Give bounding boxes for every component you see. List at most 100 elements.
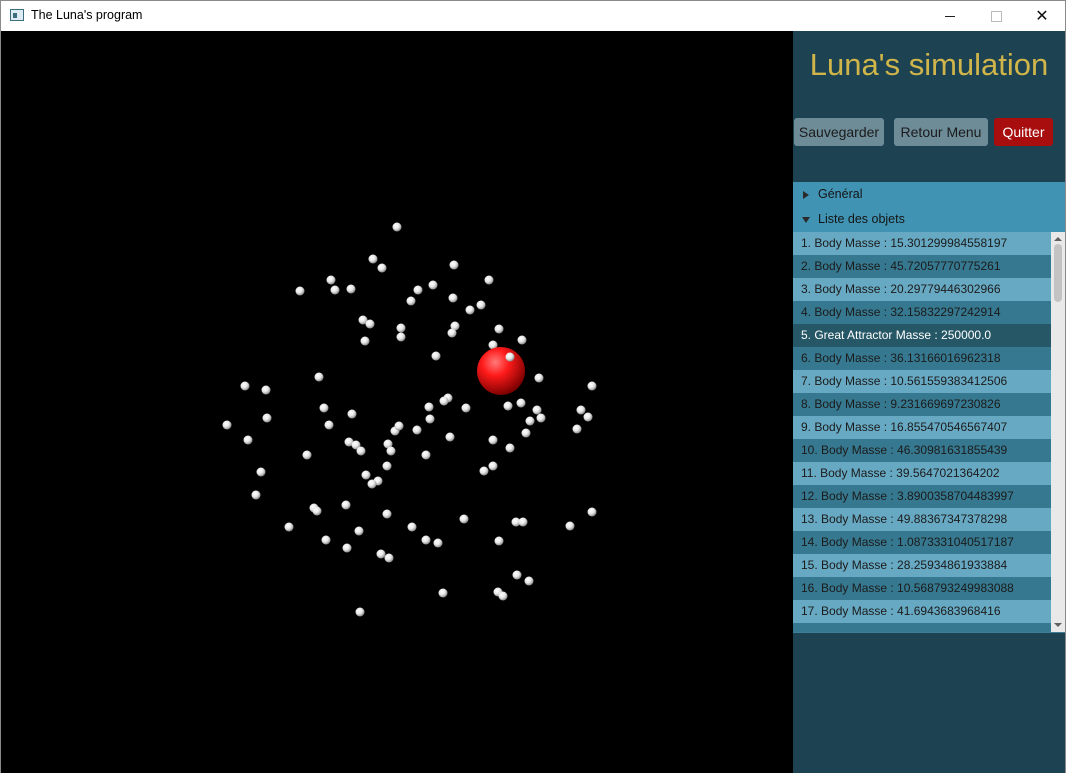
body-sphere[interactable] — [262, 413, 272, 423]
body-sphere[interactable] — [449, 260, 459, 270]
body-sphere[interactable] — [448, 293, 458, 303]
body-sphere[interactable] — [576, 405, 586, 415]
body-sphere[interactable] — [517, 335, 527, 345]
body-sphere[interactable] — [243, 435, 253, 445]
minimize-button[interactable] — [927, 1, 973, 31]
body-sphere[interactable] — [407, 522, 417, 532]
body-sphere[interactable] — [326, 275, 336, 285]
body-sphere[interactable] — [518, 517, 528, 527]
body-sphere[interactable] — [384, 553, 394, 563]
great-attractor[interactable] — [477, 347, 525, 395]
body-sphere[interactable] — [503, 401, 513, 411]
object-list-item[interactable]: 17. Body Masse : 41.6943683968416 — [793, 600, 1051, 623]
object-list-item[interactable]: 2. Body Masse : 45.72057770775261 — [793, 255, 1051, 278]
body-sphere[interactable] — [534, 373, 544, 383]
object-list-item[interactable]: 7. Body Masse : 10.561559383412506 — [793, 370, 1051, 393]
body-sphere[interactable] — [532, 405, 542, 415]
body-sphere[interactable] — [346, 284, 356, 294]
body-sphere[interactable] — [256, 467, 266, 477]
body-sphere[interactable] — [484, 275, 494, 285]
object-list-item[interactable]: 11. Body Masse : 39.5647021364202 — [793, 462, 1051, 485]
body-sphere[interactable] — [394, 421, 404, 431]
body-sphere[interactable] — [284, 522, 294, 532]
body-sphere[interactable] — [583, 412, 593, 422]
body-sphere[interactable] — [428, 280, 438, 290]
save-button[interactable]: Sauvegarder — [794, 118, 884, 146]
body-sphere[interactable] — [392, 222, 402, 232]
body-sphere[interactable] — [406, 296, 416, 306]
body-sphere[interactable] — [479, 466, 489, 476]
body-sphere[interactable] — [376, 549, 386, 559]
object-list-item[interactable]: 9. Body Masse : 16.855470546567407 — [793, 416, 1051, 439]
body-sphere[interactable] — [356, 446, 366, 456]
body-sphere[interactable] — [421, 535, 431, 545]
body-sphere[interactable] — [494, 536, 504, 546]
body-sphere[interactable] — [498, 591, 508, 601]
object-list-item[interactable]: 3. Body Masse : 20.29779446302966 — [793, 278, 1051, 301]
body-sphere[interactable] — [360, 336, 370, 346]
body-sphere[interactable] — [505, 352, 515, 362]
body-sphere[interactable] — [365, 319, 375, 329]
body-sphere[interactable] — [396, 332, 406, 342]
body-sphere[interactable] — [476, 300, 486, 310]
body-sphere[interactable] — [587, 381, 597, 391]
body-sphere[interactable] — [302, 450, 312, 460]
body-sphere[interactable] — [396, 323, 406, 333]
body-sphere[interactable] — [386, 446, 396, 456]
body-sphere[interactable] — [367, 479, 377, 489]
accordion-general[interactable]: Général — [793, 182, 1065, 207]
body-sphere[interactable] — [505, 443, 515, 453]
body-sphere[interactable] — [425, 414, 435, 424]
body-sphere[interactable] — [431, 351, 441, 361]
object-list-item[interactable]: 8. Body Masse : 9.231669697230826 — [793, 393, 1051, 416]
object-list-item[interactable]: 15. Body Masse : 28.25934861933884 — [793, 554, 1051, 577]
body-sphere[interactable] — [413, 285, 423, 295]
body-sphere[interactable] — [447, 328, 457, 338]
body-sphere[interactable] — [361, 470, 371, 480]
maximize-button[interactable] — [973, 1, 1019, 31]
scrollbar-thumb[interactable] — [1054, 244, 1062, 302]
body-sphere[interactable] — [377, 263, 387, 273]
body-sphere[interactable] — [459, 514, 469, 524]
body-sphere[interactable] — [382, 509, 392, 519]
simulation-canvas[interactable] — [1, 31, 793, 773]
body-sphere[interactable] — [330, 285, 340, 295]
body-sphere[interactable] — [488, 461, 498, 471]
body-sphere[interactable] — [488, 435, 498, 445]
body-sphere[interactable] — [512, 570, 522, 580]
object-list-item[interactable]: 14. Body Masse : 1.0873331040517187 — [793, 531, 1051, 554]
body-sphere[interactable] — [565, 521, 575, 531]
object-list-item[interactable]: 13. Body Masse : 49.88367347378298 — [793, 508, 1051, 531]
body-sphere[interactable] — [342, 543, 352, 553]
body-sphere[interactable] — [295, 286, 305, 296]
body-sphere[interactable] — [382, 461, 392, 471]
body-sphere[interactable] — [525, 416, 535, 426]
body-sphere[interactable] — [438, 588, 448, 598]
quit-button[interactable]: Quitter — [994, 118, 1053, 146]
body-sphere[interactable] — [465, 305, 475, 315]
object-list-item[interactable]: 10. Body Masse : 46.30981631855439 — [793, 439, 1051, 462]
body-sphere[interactable] — [222, 420, 232, 430]
object-list-item[interactable]: 16. Body Masse : 10.568793249983088 — [793, 577, 1051, 600]
body-sphere[interactable] — [355, 607, 365, 617]
body-sphere[interactable] — [240, 381, 250, 391]
body-sphere[interactable] — [368, 254, 378, 264]
body-sphere[interactable] — [439, 396, 449, 406]
body-sphere[interactable] — [251, 490, 261, 500]
body-sphere[interactable] — [321, 535, 331, 545]
close-button[interactable]: ✕ — [1019, 1, 1065, 31]
body-sphere[interactable] — [324, 420, 334, 430]
object-list-item[interactable]: 4. Body Masse : 32.15832297242914 — [793, 301, 1051, 324]
body-sphere[interactable] — [587, 507, 597, 517]
title-bar[interactable]: The Luna's program ✕ — [1, 1, 1065, 31]
list-scrollbar[interactable] — [1051, 232, 1065, 632]
body-sphere[interactable] — [494, 324, 504, 334]
body-sphere[interactable] — [421, 450, 431, 460]
body-sphere[interactable] — [354, 526, 364, 536]
body-sphere[interactable] — [524, 576, 534, 586]
back-to-menu-button[interactable]: Retour Menu — [894, 118, 988, 146]
body-sphere[interactable] — [424, 402, 434, 412]
object-list-item[interactable]: 5. Great Attractor Masse : 250000.0 — [793, 324, 1051, 347]
scroll-down-button[interactable] — [1051, 618, 1065, 632]
body-sphere[interactable] — [536, 413, 546, 423]
